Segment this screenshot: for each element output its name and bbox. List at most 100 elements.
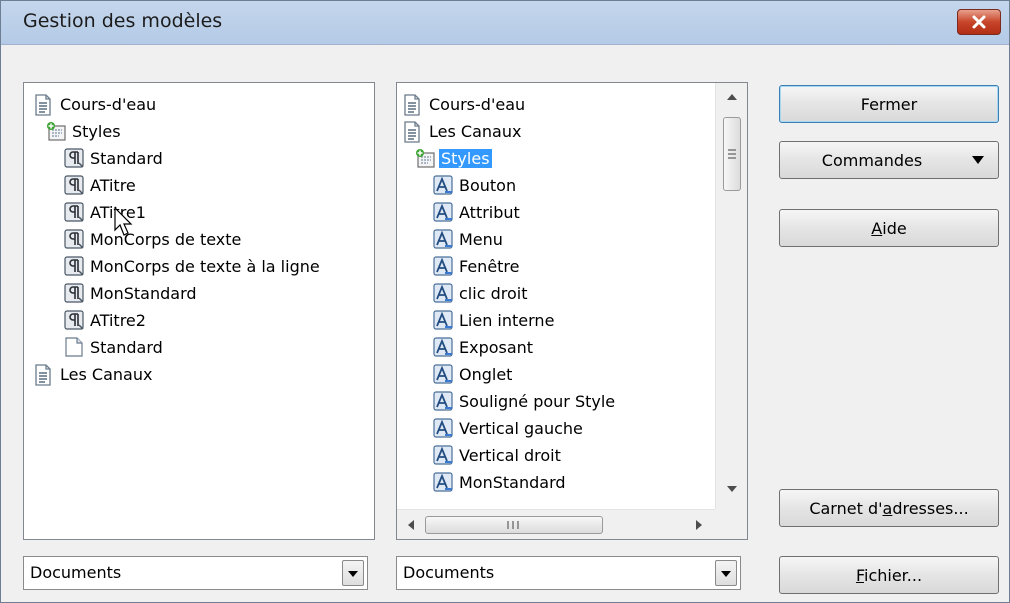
tree-item-label: Exposant bbox=[459, 338, 534, 357]
commands-button-label: Commandes bbox=[821, 150, 923, 170]
address-book-button-label: Carnet d'adresses... bbox=[809, 498, 969, 518]
tree-item[interactable]: Lien interne bbox=[433, 307, 554, 334]
paragraph-style-icon bbox=[64, 174, 84, 197]
tree-item-label: Standard bbox=[90, 149, 163, 168]
tree-item[interactable]: Bouton bbox=[433, 172, 516, 199]
scroll-up-icon[interactable] bbox=[726, 93, 738, 101]
file-button[interactable]: Fichier... bbox=[779, 556, 999, 594]
right-template-tree[interactable]: Cours-d'eau Les Canaux Styles Bouton Attribu… bbox=[396, 82, 748, 540]
left-source-value: Documents bbox=[30, 563, 122, 582]
close-window-button[interactable] bbox=[957, 9, 1001, 35]
document-icon bbox=[34, 93, 54, 116]
tree-item-label: Souligné pour Style bbox=[459, 392, 616, 411]
paragraph-style-icon bbox=[64, 309, 84, 332]
file-button-label: Fichier... bbox=[855, 565, 923, 585]
tree-item[interactable]: Les Canaux bbox=[34, 361, 152, 388]
vertical-scrollbar[interactable] bbox=[715, 83, 747, 509]
tree-item-label: Les Canaux bbox=[429, 122, 522, 141]
help-button[interactable]: Aide bbox=[779, 209, 999, 247]
tree-item-label: Vertical droit bbox=[459, 446, 561, 465]
right-source-select[interactable]: Documents bbox=[396, 556, 741, 590]
tree-item[interactable]: Attribut bbox=[433, 199, 520, 226]
address-book-button[interactable]: Carnet d'adresses... bbox=[779, 489, 999, 527]
right-source-value: Documents bbox=[403, 563, 495, 582]
paragraph-style-icon bbox=[64, 228, 84, 251]
tree-item[interactable]: Cours-d'eau bbox=[34, 91, 156, 118]
scroll-down-icon[interactable] bbox=[726, 485, 738, 493]
tree-item-label: Standard bbox=[90, 338, 163, 357]
tree-item[interactable]: MonCorps de texte bbox=[64, 226, 241, 253]
tree-item-label: ATitre2 bbox=[90, 311, 146, 330]
tree-item-label: Cours-d'eau bbox=[429, 95, 526, 114]
tree-item[interactable]: MonStandard bbox=[64, 280, 197, 307]
left-source-select[interactable]: Documents bbox=[23, 556, 368, 590]
tree-item-label: Styles bbox=[72, 122, 121, 141]
tree-item[interactable]: Vertical droit bbox=[433, 442, 561, 469]
character-style-icon bbox=[433, 336, 453, 359]
character-style-icon bbox=[433, 417, 453, 440]
tree-item-label: Lien interne bbox=[459, 311, 555, 330]
scroll-right-icon[interactable] bbox=[695, 519, 703, 531]
tree-item[interactable]: MonStandard bbox=[433, 469, 566, 496]
tree-item[interactable]: Vertical gauche bbox=[433, 415, 583, 442]
tree-item[interactable]: Les Canaux bbox=[403, 118, 521, 145]
vertical-scroll-thumb[interactable] bbox=[723, 117, 741, 191]
scroll-left-icon[interactable] bbox=[407, 519, 415, 531]
right-source-dropdown-button[interactable] bbox=[715, 560, 737, 586]
tree-item[interactable]: Exposant bbox=[433, 334, 533, 361]
paragraph-style-icon bbox=[64, 201, 84, 224]
tree-item-label: Styles bbox=[439, 149, 492, 168]
tree-item-label: Bouton bbox=[459, 176, 517, 195]
dropdown-arrow-icon bbox=[972, 156, 984, 164]
page-style-icon bbox=[64, 336, 84, 359]
tree-item[interactable]: Fenêtre bbox=[433, 253, 520, 280]
tree-item[interactable]: Standard bbox=[64, 334, 163, 361]
tree-item[interactable]: Standard bbox=[64, 145, 163, 172]
tree-item-label: MonStandard bbox=[90, 284, 197, 303]
tree-item-label: Attribut bbox=[459, 203, 520, 222]
document-icon bbox=[34, 363, 54, 386]
help-button-label: Aide bbox=[871, 218, 907, 238]
left-source-dropdown-button[interactable] bbox=[342, 560, 364, 586]
character-style-icon bbox=[433, 390, 453, 413]
tree-item[interactable]: ATitre2 bbox=[64, 307, 146, 334]
character-style-icon bbox=[433, 174, 453, 197]
character-style-icon bbox=[433, 471, 453, 494]
tree-item-label: Menu bbox=[459, 230, 503, 249]
close-button-label: Fermer bbox=[860, 94, 918, 114]
tree-item[interactable]: clic droit bbox=[433, 280, 527, 307]
tree-item-label: ATitre bbox=[90, 176, 136, 195]
character-style-icon bbox=[433, 255, 453, 278]
horizontal-scrollbar[interactable] bbox=[397, 509, 717, 539]
tree-item-label: Vertical gauche bbox=[459, 419, 583, 438]
template-manager-dialog: Gestion des modèles Cours-d'eau Styles Sta… bbox=[0, 0, 1010, 603]
character-style-icon bbox=[433, 228, 453, 251]
chevron-down-icon bbox=[721, 571, 731, 577]
tree-item-label: MonCorps de texte à la ligne bbox=[90, 257, 320, 276]
paragraph-style-icon bbox=[64, 282, 84, 305]
tree-item-label: Onglet bbox=[459, 365, 513, 384]
tree-item[interactable]: ATitre bbox=[64, 172, 136, 199]
tree-item[interactable]: MonCorps de texte à la ligne bbox=[64, 253, 320, 280]
left-template-tree[interactable]: Cours-d'eauStylesStandardATitreATitre1Mo… bbox=[23, 82, 375, 540]
horizontal-scroll-thumb[interactable] bbox=[425, 516, 603, 534]
tree-item-label: MonCorps de texte bbox=[90, 230, 242, 249]
title-bar: Gestion des modèles bbox=[1, 1, 1009, 45]
tree-item[interactable]: Styles bbox=[415, 145, 492, 172]
tree-item[interactable]: Souligné pour Style bbox=[433, 388, 615, 415]
tree-item[interactable]: Styles bbox=[46, 118, 121, 145]
paragraph-style-icon bbox=[64, 255, 84, 278]
close-button[interactable]: Fermer bbox=[779, 85, 999, 123]
character-style-icon bbox=[433, 309, 453, 332]
styles-folder-icon bbox=[415, 148, 435, 170]
tree-item[interactable]: Cours-d'eau bbox=[403, 91, 525, 118]
tree-item[interactable]: Menu bbox=[433, 226, 503, 253]
scrollbar-corner bbox=[715, 509, 747, 539]
window-title: Gestion des modèles bbox=[23, 10, 223, 32]
character-style-icon bbox=[433, 201, 453, 224]
tree-item-label: clic droit bbox=[459, 284, 528, 303]
character-style-icon bbox=[433, 363, 453, 386]
character-style-icon bbox=[433, 282, 453, 305]
commands-button[interactable]: Commandes bbox=[779, 141, 999, 179]
tree-item[interactable]: Onglet bbox=[433, 361, 512, 388]
